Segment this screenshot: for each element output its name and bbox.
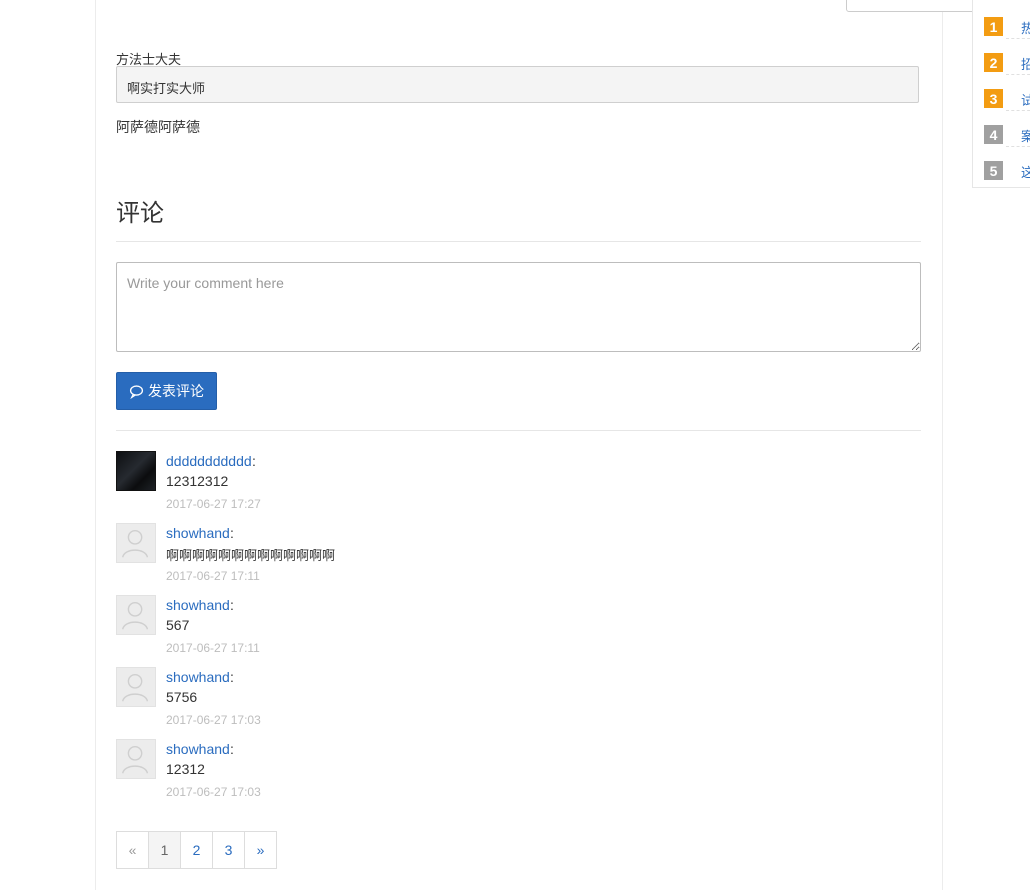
avatar[interactable] [116, 595, 156, 635]
ranking-item: 1 热 [984, 17, 1030, 39]
avatar[interactable] [116, 523, 156, 563]
pagination-page-1[interactable]: 1 [148, 831, 181, 869]
comment-timestamp: 2017-06-27 17:03 [166, 785, 261, 799]
default-user-icon [122, 673, 149, 702]
comment-item: showhand : 12312 2017-06-27 17:03 [116, 739, 921, 803]
comment-author-separator: : [230, 741, 234, 757]
ranking-divider [1006, 74, 1030, 75]
default-user-icon [122, 529, 149, 558]
rank-number: 3 [984, 89, 1003, 108]
rank-number: 2 [984, 53, 1003, 72]
comment-timestamp: 2017-06-27 17:11 [166, 569, 260, 583]
comment-author-link[interactable]: showhand [166, 597, 230, 613]
comment-item: showhand : 5756 2017-06-27 17:03 [116, 667, 921, 731]
speech-bubble-icon [129, 384, 144, 399]
ranking-link[interactable]: 招 [1021, 54, 1030, 73]
article-paragraph: 阿萨德阿萨德 [116, 119, 200, 135]
comment-author-link[interactable]: showhand [166, 525, 230, 541]
ranking-link[interactable]: 热 [1021, 18, 1030, 37]
submit-comment-button[interactable]: 发表评论 [116, 372, 217, 410]
ranking-item: 4 案 [984, 125, 1030, 147]
submit-comment-label: 发表评论 [148, 383, 204, 399]
avatar[interactable] [116, 667, 156, 707]
pagination-page-3[interactable]: 3 [212, 831, 245, 869]
ranking-item: 5 这 [984, 161, 1030, 183]
ranking-item: 2 招 [984, 53, 1030, 75]
ranking-link[interactable]: 案 [1021, 126, 1030, 145]
comment-timestamp: 2017-06-27 17:11 [166, 641, 260, 655]
avatar[interactable] [116, 451, 156, 491]
comment-item: showhand : 啊啊啊啊啊啊啊啊啊啊啊啊啊 2017-06-27 17:1… [116, 523, 921, 587]
pagination-page-2[interactable]: 2 [180, 831, 213, 869]
comment-timestamp: 2017-06-27 17:03 [166, 713, 261, 727]
ranking-divider [1006, 38, 1030, 39]
default-user-icon [122, 601, 149, 630]
rank-number: 1 [984, 17, 1003, 36]
ranking-link[interactable]: 试 [1021, 90, 1030, 109]
comment-item: ddddddddddd : 12312312 2017-06-27 17:27 [116, 451, 921, 515]
pagination-next[interactable]: » [244, 831, 277, 869]
ranking-divider [1006, 146, 1030, 147]
comment-textarea[interactable] [116, 262, 921, 352]
article-code-block: 啊实打实大师 [116, 66, 919, 103]
ranking-item: 3 试 [984, 89, 1030, 111]
avatar[interactable] [116, 739, 156, 779]
comment-author-link[interactable]: showhand [166, 669, 230, 685]
comments-list-divider [116, 430, 921, 431]
comments-title: 评论 [116, 200, 164, 227]
comment-author-separator: : [252, 453, 256, 469]
comment-text: 567 [166, 617, 190, 633]
comment-author-separator: : [230, 597, 234, 613]
default-user-icon [122, 745, 149, 774]
comment-text: 5756 [166, 689, 198, 705]
comment-timestamp: 2017-06-27 17:27 [166, 497, 261, 511]
rank-number: 5 [984, 161, 1003, 180]
comment-text: 啊啊啊啊啊啊啊啊啊啊啊啊啊 [166, 549, 336, 564]
comment-author-separator: : [230, 525, 234, 541]
comment-author-separator: : [230, 669, 234, 685]
comment-text: 12312 [166, 761, 205, 777]
comment-text: 12312312 [166, 473, 229, 489]
pagination-prev[interactable]: « [116, 831, 149, 869]
comment-author-link[interactable]: showhand [166, 741, 230, 757]
comment-author-link[interactable]: ddddddddddd [166, 453, 252, 469]
comment-item: showhand : 567 2017-06-27 17:11 [116, 595, 921, 659]
rank-number: 4 [984, 125, 1003, 144]
pagination: « 1 2 3 » [116, 831, 277, 869]
ranking-link[interactable]: 这 [1021, 162, 1030, 181]
ranking-divider [1006, 110, 1030, 111]
comments-title-divider [116, 241, 921, 242]
article-code-text: 啊实打实大师 [127, 82, 206, 97]
